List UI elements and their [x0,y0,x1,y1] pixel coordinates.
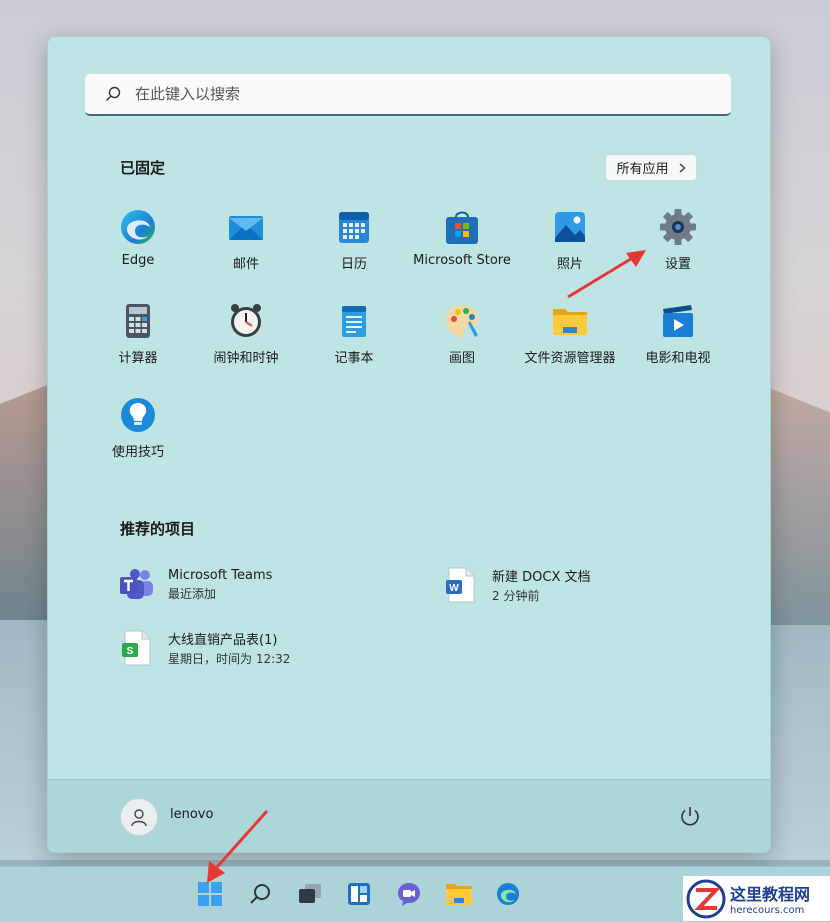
file-explorer-button[interactable] [442,877,476,911]
app-label: 日历 [340,257,367,272]
photos-icon [555,212,585,242]
recommended-item-name: 大线直销产品表(1) [168,633,278,648]
app-calculator[interactable]: 计算器 [84,301,192,366]
search-icon [250,884,270,904]
app-paint[interactable]: 画图 [408,301,516,366]
calendar-icon [339,212,369,243]
recommended-item-spreadsheet[interactable]: S 大线直销产品表(1) 星期日，时间为 12:32 [118,629,290,667]
svg-text:W: W [449,583,459,594]
app-clock[interactable]: 闹钟和时钟 [192,301,300,366]
app-notepad[interactable]: 记事本 [300,301,408,366]
settings-icon [660,209,696,245]
user-icon [131,809,147,827]
app-edge[interactable]: Edge [84,207,192,268]
task-view-icon [299,884,321,903]
all-apps-label: 所有应用 [616,162,669,177]
app-microsoft-store[interactable]: Microsoft Store [408,207,516,268]
site-watermark: 这里教程网 herecours.com [683,876,830,921]
widgets-icon [348,883,370,905]
chat-button[interactable] [392,877,426,911]
store-icon [446,211,478,244]
paint-icon [445,305,479,337]
recommended-item-detail: 2 分钟前 [492,589,540,603]
start-button[interactable] [193,877,227,911]
power-icon[interactable] [678,804,702,828]
app-file-explorer[interactable]: 文件资源管理器 [516,301,624,366]
watermark-title: 这里教程网 [730,885,811,904]
recommended-item-detail: 星期日，时间为 12:32 [168,652,291,666]
desktop-hill-right [768,387,830,625]
app-label: 电影和电视 [645,351,711,366]
app-tips[interactable]: 使用技巧 [84,395,192,460]
app-calendar[interactable]: 日历 [300,207,408,272]
app-label: 照片 [556,257,583,272]
recommended-item-teams[interactable]: Microsoft Teams 最近添加 [118,566,272,604]
svg-text:S: S [127,646,134,657]
recommended-item-docx[interactable]: W 新建 DOCX 文档 2 分钟前 [442,566,591,604]
app-label: 闹钟和时钟 [213,351,279,366]
task-view-button[interactable] [293,877,327,911]
search-input[interactable] [133,84,697,104]
start-menu: 已固定 所有应用 Edge 邮件 [47,36,771,853]
windows-logo-icon [198,882,222,906]
search-box[interactable] [85,74,731,116]
tips-icon [121,398,155,432]
all-apps-button[interactable]: 所有应用 [605,154,697,181]
app-settings[interactable]: 设置 [624,207,732,272]
watermark-url: herecours.com [730,905,805,916]
edge-icon [496,882,520,906]
file-explorer-icon [553,309,587,335]
app-label: Microsoft Store [413,253,511,268]
app-movies-tv[interactable]: 电影和电视 [624,301,732,366]
calculator-icon [126,304,150,338]
app-label: 记事本 [334,351,374,366]
mail-icon [229,216,263,240]
app-label: Edge [121,253,155,268]
search-icon [106,86,121,101]
start-footer: lenovo [48,779,770,852]
app-label: 邮件 [232,257,259,272]
word-doc-icon: W [446,567,475,603]
spreadsheet-icon: S [122,630,151,666]
recommended-item-detail: 最近添加 [168,587,217,601]
recommended-title: 推荐的项目 [120,520,196,538]
watermark-logo [686,879,726,918]
user-avatar[interactable] [120,798,158,836]
edge-icon [121,210,155,244]
notepad-icon [342,306,366,337]
widgets-button[interactable] [342,877,376,911]
app-label: 计算器 [118,351,158,366]
app-photos[interactable]: 照片 [516,207,624,272]
app-label: 文件资源管理器 [524,351,616,366]
recommended-item-name: 新建 DOCX 文档 [492,570,591,585]
app-label: 设置 [664,257,691,272]
taskbar-search-button[interactable] [243,877,277,911]
teams-icon [120,569,153,599]
app-label: 画图 [448,351,475,366]
app-mail[interactable]: 邮件 [192,207,300,272]
chat-icon [398,883,420,906]
clock-icon [231,304,261,337]
pinned-title: 已固定 [120,159,166,177]
edge-button[interactable] [491,877,525,911]
app-label: 使用技巧 [111,445,164,460]
chevron-right-icon [679,163,685,172]
movies-tv-icon [663,305,693,337]
recommended-item-name: Microsoft Teams [168,568,273,583]
file-explorer-icon [446,884,472,905]
user-name[interactable]: lenovo [170,807,213,822]
